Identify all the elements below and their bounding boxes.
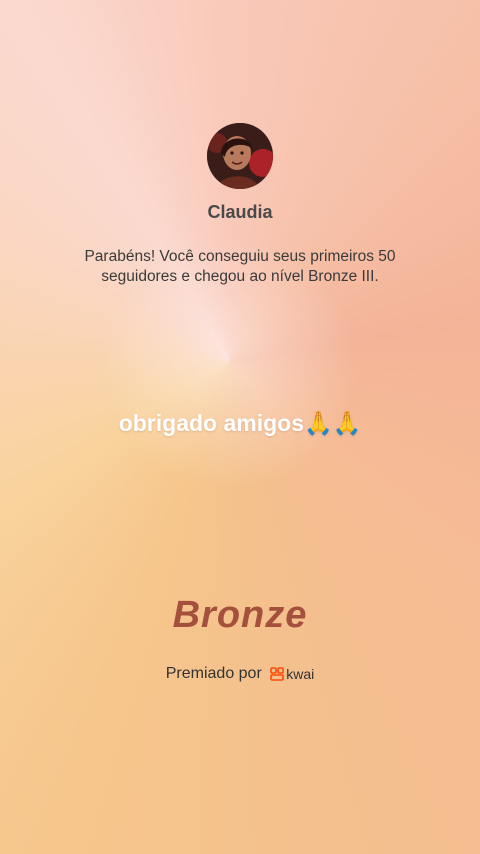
caption-text: obrigado amigos🙏🙏 xyxy=(118,410,362,436)
level-badge-text: Bronze xyxy=(172,594,308,636)
brand-name: kwai xyxy=(286,665,315,682)
profile-photo-icon xyxy=(207,123,273,189)
profile-name: Claudia xyxy=(207,202,273,222)
kwai-logo-icon xyxy=(270,666,285,681)
awarded-by: Premiado por kwai xyxy=(0,665,480,683)
avatar[interactable] xyxy=(207,123,273,189)
awarded-by-label: Premiado por xyxy=(165,665,262,682)
brand-logo[interactable]: kwai xyxy=(270,666,314,682)
achievement-message: Parabéns! Você conseguiu seus primeiros … xyxy=(84,248,396,285)
